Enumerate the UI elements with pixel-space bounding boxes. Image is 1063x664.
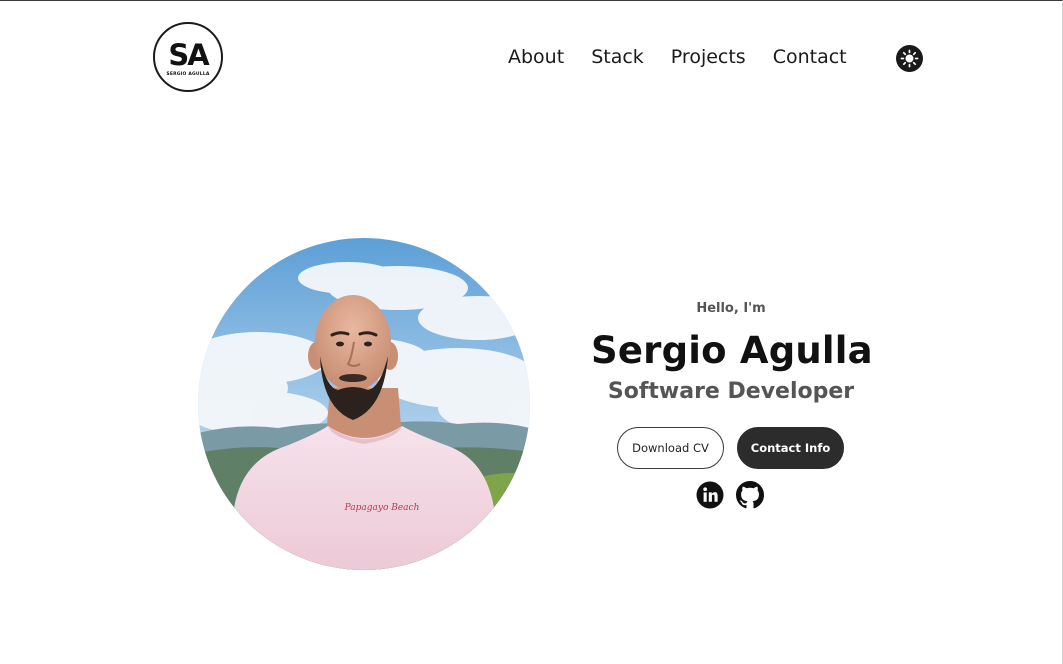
nav-contact[interactable]: Contact: [773, 44, 847, 70]
nav-about[interactable]: About: [508, 44, 564, 70]
main-nav: About Stack Projects Contact: [508, 44, 847, 70]
logo[interactable]: SA SERGIO AGULLA: [153, 22, 223, 92]
github-icon: [736, 481, 764, 509]
theme-toggle-button[interactable]: [896, 45, 923, 72]
sun-icon: [900, 49, 919, 68]
linkedin-icon: [696, 481, 724, 509]
shirt-print: Papagayo Beach: [344, 503, 420, 513]
portfolio-page: SA SERGIO AGULLA About Stack Projects Co…: [0, 0, 1063, 664]
profile-photo: Papagayo Beach: [198, 238, 530, 570]
hero-role: Software Developer: [607, 379, 855, 404]
nav-stack[interactable]: Stack: [591, 44, 644, 70]
hero-name: Sergio Agulla: [591, 329, 873, 372]
hero-intro: Hello, I'm Sergio Agulla Software Develo…: [591, 299, 873, 407]
download-cv-button[interactable]: Download CV: [617, 427, 724, 469]
github-link[interactable]: [736, 481, 764, 509]
contact-info-button[interactable]: Contact Info: [737, 427, 844, 469]
nav-projects[interactable]: Projects: [671, 44, 746, 70]
logo-name: SERGIO AGULLA: [166, 72, 210, 77]
logo-initials: SA: [168, 38, 209, 72]
greeting-text: Hello, I'm: [696, 301, 766, 316]
linkedin-link[interactable]: [696, 481, 724, 509]
